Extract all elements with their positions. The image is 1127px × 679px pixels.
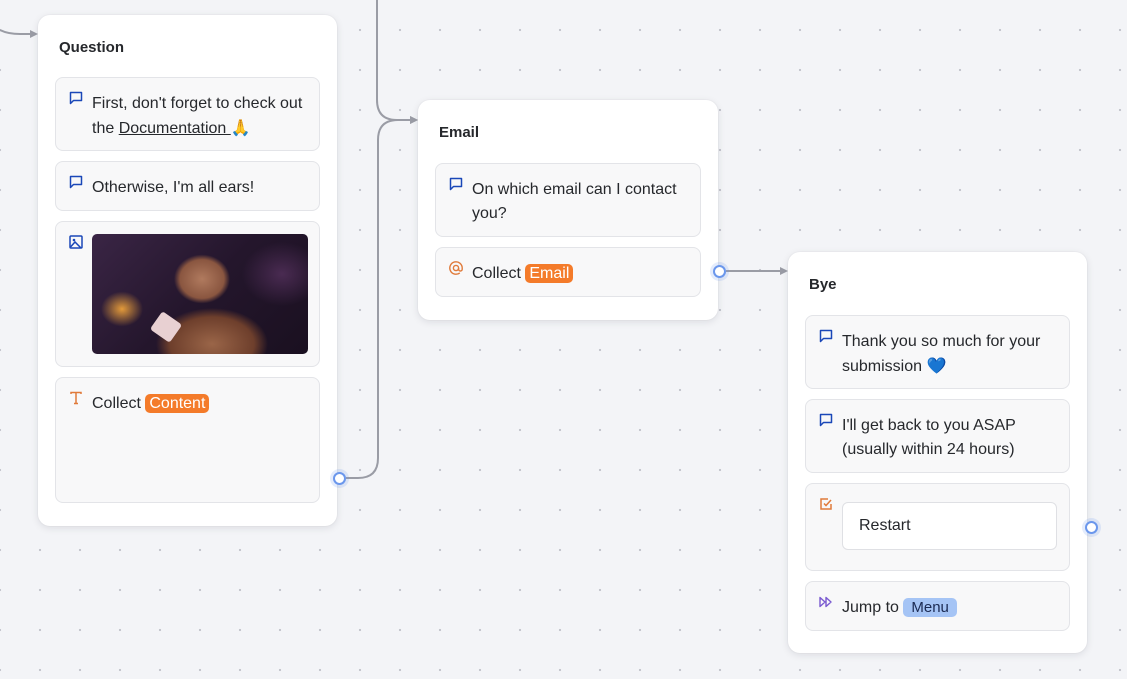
collect-text: Collect Email	[472, 262, 690, 286]
bubble-text: I'll get back to you ASAP (usually withi…	[842, 417, 1016, 458]
documentation-link[interactable]: Documentation	[119, 120, 231, 137]
text-input-block[interactable]: Collect Content	[55, 377, 320, 503]
group-title[interactable]: Email	[439, 124, 479, 141]
checkbox-icon	[820, 498, 832, 510]
question-output-handle[interactable]	[333, 472, 346, 485]
image-icon	[69, 235, 83, 249]
edge-incoming-question[interactable]	[0, 29, 38, 38]
collect-label: Collect	[92, 395, 141, 412]
group-bye[interactable]: Bye Thank you so much for your submissio…	[788, 252, 1087, 653]
group-question[interactable]: Question First, don't forget to check ou…	[38, 15, 337, 526]
image-bubble-block[interactable]	[55, 221, 320, 367]
group-email[interactable]: Email On which email can I contact you? …	[418, 100, 718, 320]
bubble-text: First, don't forget to check out the Doc…	[92, 92, 309, 141]
image-detail	[149, 311, 183, 343]
chat-bubble-icon	[819, 329, 833, 343]
edge-question-to-email[interactable]	[346, 116, 418, 479]
collect-text: Collect Content	[92, 392, 309, 416]
jump-icon	[819, 596, 832, 608]
text-bubble-block[interactable]: I'll get back to you ASAP (usually withi…	[805, 399, 1070, 473]
chat-bubble-icon	[69, 175, 83, 189]
buttons-input-block[interactable]: Restart	[805, 483, 1070, 571]
variable-badge: Content	[145, 394, 210, 413]
text-bubble-block[interactable]: First, don't forget to check out the Doc…	[55, 77, 320, 151]
blue-heart-emoji: 💙	[926, 356, 947, 375]
restart-button-handle[interactable]	[1085, 521, 1098, 534]
bubble-text: Otherwise, I'm all ears!	[92, 179, 255, 196]
text-bubble-block[interactable]: Thank you so much for your submission 💙	[805, 315, 1070, 389]
pray-emoji: 🙏	[230, 118, 251, 137]
collect-label: Collect	[472, 265, 521, 282]
target-group-badge[interactable]: Menu	[903, 598, 957, 617]
group-title[interactable]: Question	[59, 39, 124, 56]
chat-bubble-icon	[69, 91, 83, 105]
button-item-restart[interactable]: Restart	[842, 502, 1057, 550]
email-input-block[interactable]: Collect Email	[435, 247, 701, 297]
text-bubble-block[interactable]: On which email can I contact you?	[435, 163, 701, 237]
at-sign-icon	[449, 261, 463, 275]
group-title[interactable]: Bye	[809, 276, 837, 293]
bubble-text: On which email can I contact you?	[472, 181, 677, 222]
text-bubble-block[interactable]: Otherwise, I'm all ears!	[55, 161, 320, 211]
chat-bubble-icon	[449, 177, 463, 191]
chat-bubble-icon	[819, 413, 833, 427]
email-output-handle[interactable]	[713, 265, 726, 278]
edge-top-to-email[interactable]	[376, 0, 418, 124]
jump-text: Jump to Menu	[842, 596, 1059, 620]
jump-label: Jump to	[842, 599, 899, 616]
text-input-icon	[70, 391, 82, 405]
jump-block[interactable]: Jump to Menu	[805, 581, 1070, 631]
gif-image	[92, 234, 308, 354]
bubble-text: Thank you so much for your submission 💙	[842, 330, 1059, 379]
variable-badge: Email	[525, 264, 574, 283]
